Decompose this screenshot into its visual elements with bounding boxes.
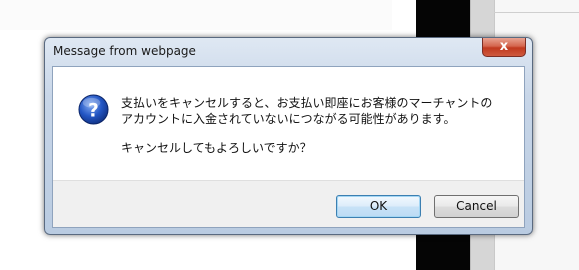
- background-page-header: [0, 0, 392, 30]
- message-line-3: キャンセルしてもよろしいですか？: [121, 141, 312, 155]
- question-icon: ?: [78, 94, 109, 125]
- message-line-2: アカウントに入金されていないにつながる可能性があります。: [121, 112, 456, 126]
- dialog-content: ? 支払いをキャンセルすると、お支払い即座にお客様のマーチャントの アカウントに…: [52, 66, 525, 228]
- dialog-title: Message from webpage: [53, 44, 196, 58]
- cancel-button[interactable]: Cancel: [434, 195, 519, 218]
- close-button[interactable]: x: [482, 38, 526, 57]
- background-divider: [494, 12, 579, 13]
- ok-button[interactable]: OK: [336, 195, 421, 218]
- svg-text:?: ?: [88, 100, 99, 121]
- button-bar: OK Cancel: [53, 180, 524, 227]
- close-icon: x: [499, 39, 509, 54]
- dialog-titlebar[interactable]: Message from webpage x: [45, 38, 532, 66]
- message-line-1: 支払いをキャンセルすると、お支払い即座にお客様のマーチャントの: [121, 96, 493, 110]
- message-dialog: Message from webpage x ? 支払いをキャンセルすると、お支…: [44, 37, 533, 235]
- message-area: ? 支払いをキャンセルすると、お支払い即座にお客様のマーチャントの アカウントに…: [53, 67, 524, 180]
